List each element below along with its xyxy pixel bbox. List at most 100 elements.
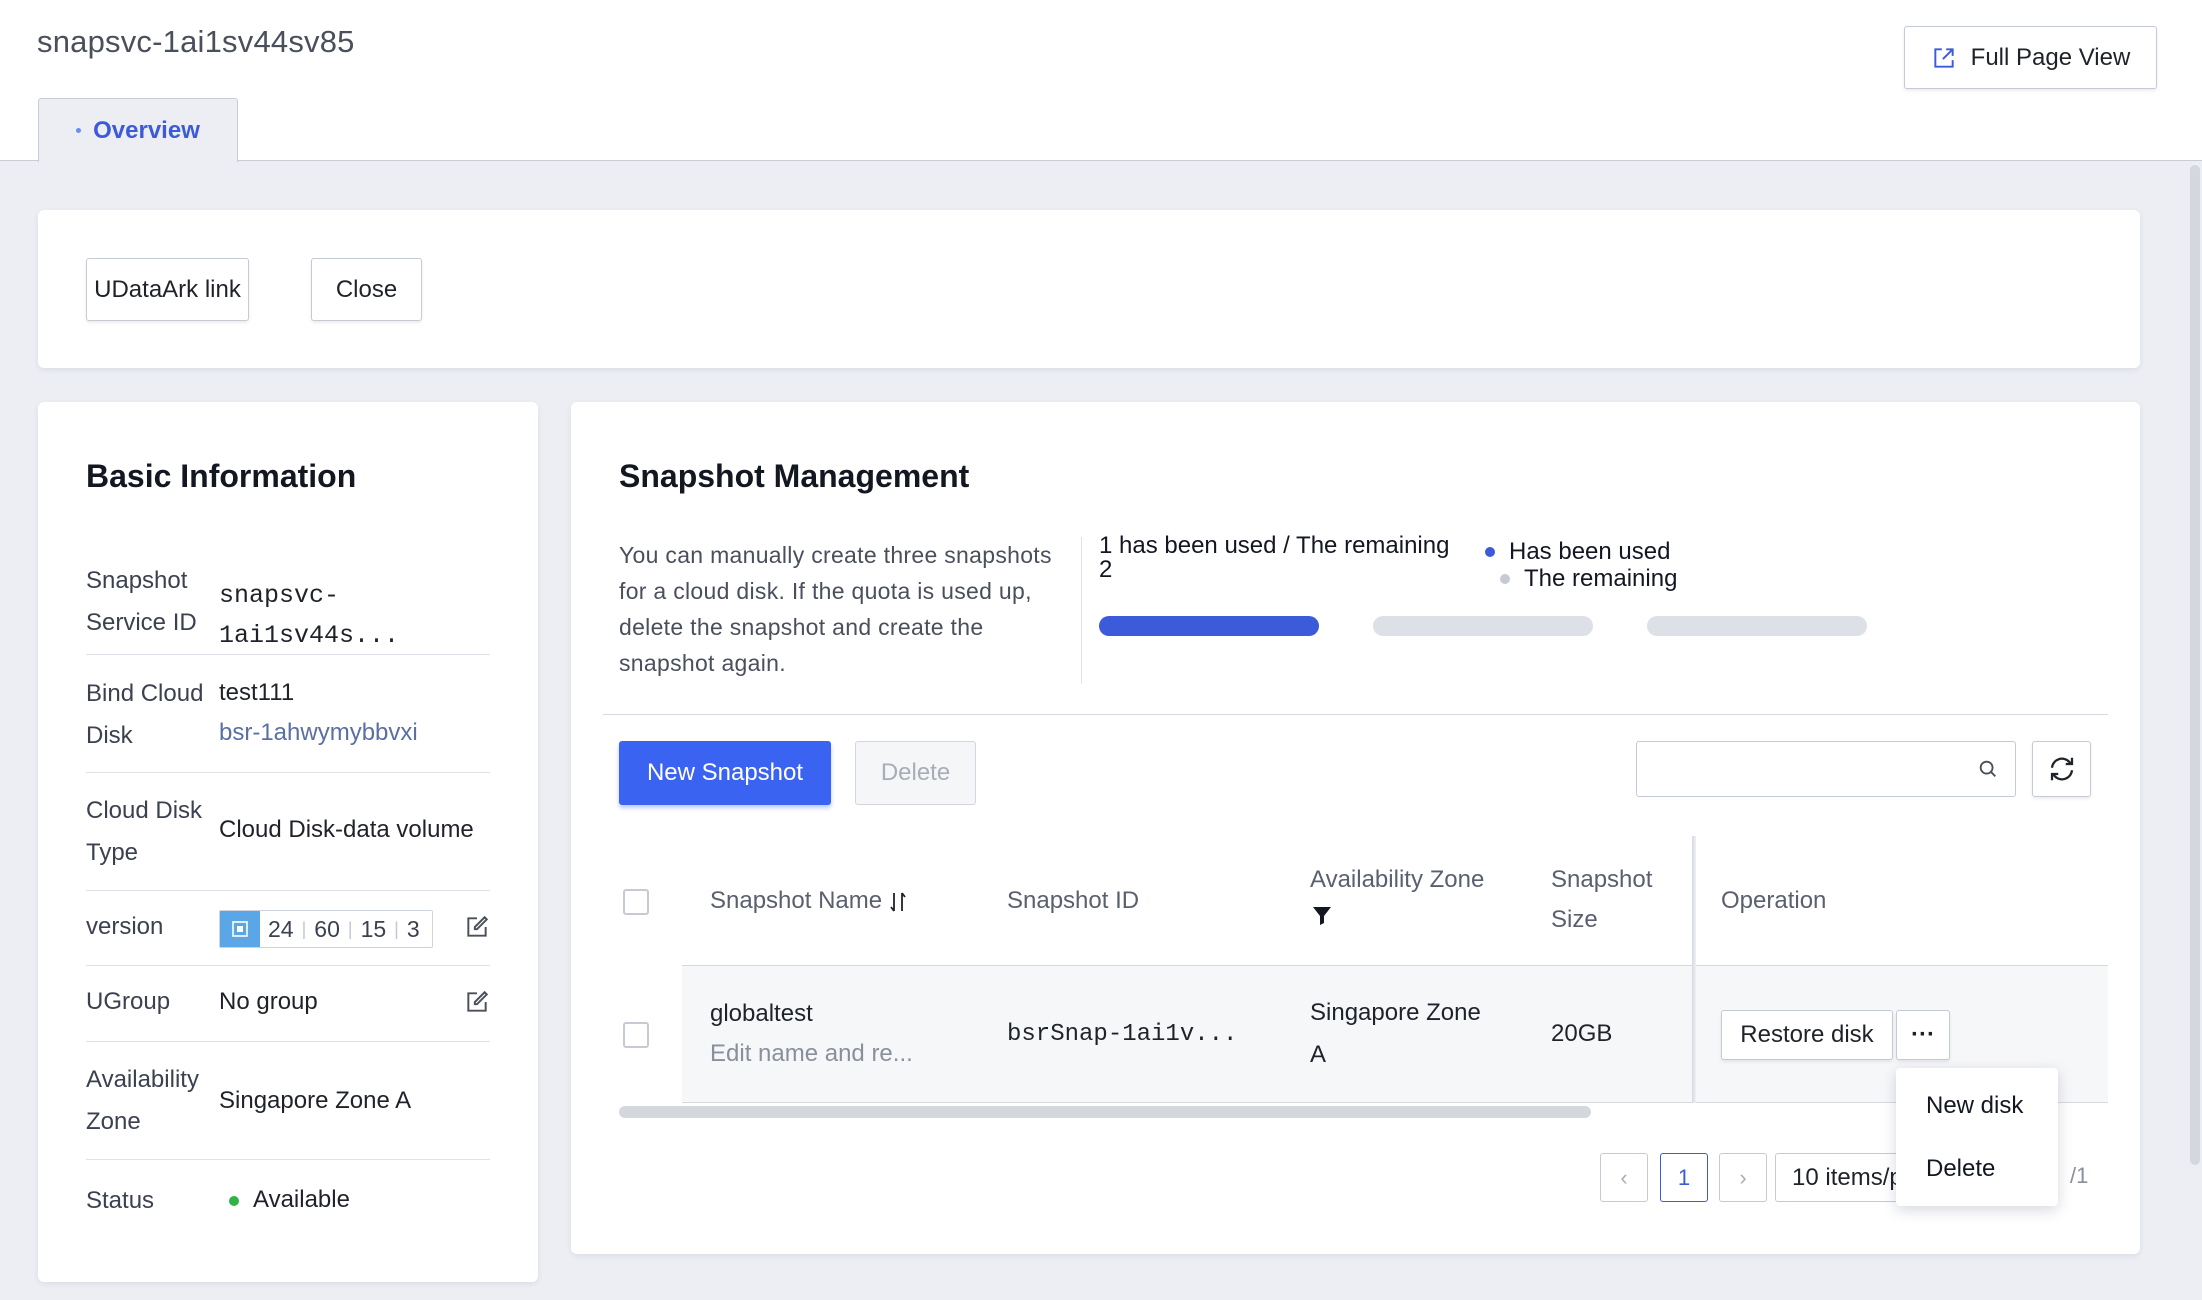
row-snapshot-size: 20GB: [1551, 1020, 1613, 1047]
restore-disk-button[interactable]: Restore disk: [1721, 1010, 1893, 1060]
quota-bar-used: [1099, 616, 1319, 636]
quota-remaining-value: 2: [1099, 556, 1113, 583]
quota-bar-remaining: [1647, 616, 1867, 636]
info-row-version: version 24 | 60 | 15 | 3: [86, 891, 490, 966]
quota-used-text: 1 has been used / The remaining: [1099, 532, 1450, 559]
select-all-checkbox[interactable]: [623, 889, 649, 915]
tab-active-dot: [76, 128, 82, 133]
actions-card: UDataArk link Close: [38, 210, 2140, 368]
legend-used-label: Has been used: [1509, 538, 1671, 565]
info-label: Cloud Disk Type: [86, 797, 203, 866]
legend-remaining: The remaining: [1500, 565, 1677, 593]
chevron-right-icon: ›: [1739, 1164, 1747, 1190]
total-pages: /1: [2070, 1163, 2089, 1188]
row-checkbox[interactable]: [623, 1022, 649, 1048]
info-label: Availability Zone: [86, 1066, 199, 1135]
info-row-cloud-disk-type: Cloud Disk Type Cloud Disk-data volume: [86, 773, 490, 891]
udataark-link-label: UDataArk link: [94, 275, 241, 303]
tab-overview-label: Overview: [93, 116, 200, 144]
row-availability-zone: Singapore Zone A: [1310, 999, 1481, 1068]
more-icon: ···: [1911, 1021, 1935, 1048]
search-input[interactable]: [1637, 742, 1957, 794]
header-snapshot-id: Snapshot ID: [1007, 887, 1140, 914]
prev-page-button[interactable]: ‹: [1600, 1153, 1648, 1202]
info-label: Status: [86, 1187, 155, 1214]
header-snapshot-name[interactable]: Snapshot Name: [710, 881, 907, 921]
more-actions-dropdown: New disk Delete: [1896, 1068, 2058, 1206]
info-row-ugroup: UGroup No group: [86, 966, 490, 1042]
info-row-snapshot-service-id: Snapshot Service ID snapsvc-1ai1sv44s...: [86, 552, 490, 655]
edit-version-icon[interactable]: [464, 914, 490, 940]
basic-info-card: Basic Information Snapshot Service ID sn…: [38, 402, 538, 1282]
ugroup-value: No group: [219, 988, 318, 1015]
info-label: UGroup: [86, 988, 171, 1015]
header-operation: Operation: [1721, 887, 1827, 914]
availability-zone-value: Singapore Zone A: [219, 1087, 412, 1114]
info-row-status: Status Available: [86, 1160, 490, 1240]
delete-button-disabled[interactable]: Delete: [855, 741, 976, 805]
delete-label: Delete: [880, 759, 951, 786]
more-actions-button[interactable]: ···: [1896, 1010, 1950, 1060]
info-row-availability-zone: Availability Zone Singapore Zone A: [86, 1042, 490, 1160]
info-label: version: [86, 913, 164, 940]
section-divider: [603, 714, 2108, 715]
page-title: snapsvc-1ai1sv44sv85: [37, 24, 355, 59]
new-snapshot-button[interactable]: New Snapshot: [619, 741, 831, 805]
version-part: 24: [268, 915, 294, 942]
basic-info-title: Basic Information: [86, 458, 357, 494]
menu-item-delete[interactable]: Delete: [1896, 1139, 2058, 1199]
page-1-button[interactable]: 1: [1660, 1153, 1708, 1202]
sort-icon[interactable]: [889, 890, 907, 914]
header-snapshot-name-label: Snapshot Name: [710, 887, 883, 914]
filter-icon[interactable]: [1312, 905, 1332, 927]
refresh-button[interactable]: [2032, 741, 2091, 797]
row-snapshot-name: globaltest: [710, 1000, 813, 1027]
snapshot-management-title: Snapshot Management: [619, 458, 970, 494]
status-text: Available: [253, 1186, 350, 1213]
header-availability-zone-label: Availability Zone: [1310, 866, 1485, 893]
cloud-disk-type-value: Cloud Disk-data volume: [219, 816, 474, 843]
info-label: Bind Cloud Disk: [86, 680, 204, 749]
info-label: Snapshot Service ID: [86, 567, 197, 636]
legend-remaining-dot: [1500, 574, 1510, 584]
legend-used: Has been used: [1485, 538, 1670, 566]
new-snapshot-label: New Snapshot: [646, 759, 804, 786]
close-label: Close: [335, 275, 398, 303]
restore-disk-label: Restore disk: [1740, 1021, 1874, 1048]
bind-cloud-disk-name: test111: [219, 679, 295, 706]
legend-remaining-label: The remaining: [1524, 565, 1678, 592]
quota-summary: 1 has been used / The remaining 2: [1099, 534, 1449, 582]
row-snapshot-id: bsrSnap-1ai1v...: [1007, 1021, 1238, 1048]
version-badge: 24 | 60 | 15 | 3: [219, 910, 433, 948]
status-value: Available: [229, 1180, 350, 1220]
tab-overview[interactable]: Overview: [38, 98, 238, 162]
menu-item-new-disk[interactable]: New disk: [1896, 1076, 2058, 1136]
legend-used-dot: [1485, 547, 1495, 557]
row-edit-name-link[interactable]: Edit name and re...: [710, 1033, 913, 1075]
full-page-view-button[interactable]: Full Page View: [1904, 26, 2157, 89]
search-icon[interactable]: [1977, 758, 1999, 780]
next-page-button[interactable]: ›: [1719, 1153, 1767, 1202]
quota-divider: [1081, 537, 1082, 684]
udataark-link-button[interactable]: UDataArk link: [86, 258, 249, 321]
edit-ugroup-icon[interactable]: [464, 989, 490, 1015]
status-dot: [229, 1195, 239, 1206]
header-snapshot-size: Snapshot Size: [1551, 866, 1653, 933]
search-box[interactable]: [1636, 741, 2016, 797]
refresh-icon: [2050, 757, 2073, 781]
page-number: 1: [1677, 1164, 1691, 1190]
external-link-icon: [1934, 47, 1954, 68]
full-page-view-label: Full Page View: [1970, 43, 2131, 71]
table-horizontal-scrollbar[interactable]: [619, 1106, 1591, 1118]
close-button[interactable]: Close: [311, 258, 422, 321]
version-part: 3: [406, 915, 420, 942]
top-bar: snapsvc-1ai1sv44sv85 Full Page View Over…: [0, 0, 2202, 162]
version-icon: [220, 911, 260, 947]
version-part: 15: [360, 915, 387, 942]
quota-bar-remaining: [1373, 616, 1593, 636]
header-availability-zone: Availability Zone: [1310, 860, 1484, 940]
page-scrollbar[interactable]: [2190, 165, 2200, 1165]
info-row-bind-cloud-disk: Bind Cloud Disk test111 bsr-1ahwymybbvxi: [86, 655, 490, 773]
bind-cloud-disk-id-link[interactable]: bsr-1ahwymybbvxi: [219, 713, 418, 753]
snapshot-service-id-value: snapsvc-1ai1sv44s...: [219, 581, 400, 650]
